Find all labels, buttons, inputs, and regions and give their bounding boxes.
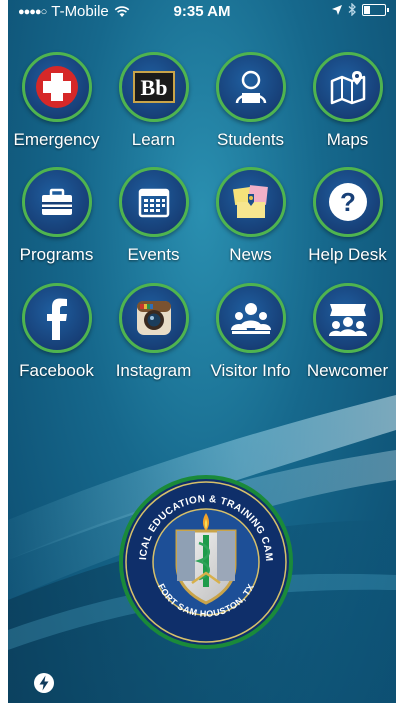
events-icon-circle bbox=[118, 167, 189, 237]
app-row-1: Emergency Bb Learn Students Maps bbox=[8, 52, 396, 150]
app-emergency[interactable]: Emergency bbox=[8, 52, 105, 150]
app-label: Emergency bbox=[13, 130, 100, 149]
app-label: Instagram bbox=[115, 361, 192, 380]
app-label: Newcomer bbox=[306, 361, 389, 380]
location-arrow-icon bbox=[332, 4, 342, 15]
app-news[interactable]: News bbox=[202, 167, 299, 265]
app-label: Events bbox=[127, 245, 180, 264]
app-label: Programs bbox=[19, 245, 94, 264]
programs-icon-circle bbox=[21, 167, 92, 237]
newcomer-icon-circle bbox=[312, 283, 383, 353]
home-screen: ●●●●○ T-Mobile 9:35 AM Emergency Bb Lear… bbox=[8, 0, 396, 703]
app-newcomer[interactable]: Newcomer bbox=[299, 283, 396, 381]
blackboard-bb-icon: Bb bbox=[132, 71, 175, 103]
campus-seal-logo: MEDICAL EDUCATION & TRAINING CAMPUS FORT… bbox=[117, 473, 293, 649]
app-students[interactable]: Students bbox=[202, 52, 299, 150]
app-label: Maps bbox=[326, 130, 369, 149]
svg-text:Bb: Bb bbox=[140, 75, 167, 100]
calendar-icon bbox=[138, 188, 169, 218]
app-label: Learn bbox=[131, 130, 176, 149]
app-facebook[interactable]: Facebook bbox=[8, 283, 105, 381]
red-cross-icon bbox=[35, 66, 78, 108]
app-maps[interactable]: Maps bbox=[299, 52, 396, 150]
battery-icon bbox=[362, 3, 389, 16]
app-learn[interactable]: Bb Learn bbox=[105, 52, 202, 150]
app-events[interactable]: Events bbox=[105, 167, 202, 265]
students-icon-circle bbox=[215, 52, 286, 122]
app-visitor-info[interactable]: Visitor Info bbox=[202, 283, 299, 381]
app-row-2: Programs Events News ? Help Desk bbox=[8, 167, 396, 265]
maps-icon-circle bbox=[312, 52, 383, 122]
help-desk-icon-circle: ? bbox=[312, 167, 383, 237]
app-label: Help Desk bbox=[308, 245, 387, 264]
visitor-icon bbox=[230, 303, 271, 334]
briefcase-icon bbox=[41, 188, 72, 215]
app-label: Students bbox=[216, 130, 285, 149]
question-icon: ? bbox=[328, 183, 367, 221]
status-right bbox=[332, 3, 389, 16]
svg-text:?: ? bbox=[340, 187, 356, 217]
status-bar: ●●●●○ T-Mobile 9:35 AM bbox=[8, 0, 396, 24]
app-label: News bbox=[229, 245, 272, 264]
app-help-desk[interactable]: ? Help Desk bbox=[299, 167, 396, 265]
student-icon bbox=[235, 70, 266, 104]
emergency-icon-circle bbox=[21, 52, 92, 122]
news-board-icon bbox=[232, 185, 268, 218]
facebook-icon bbox=[46, 298, 67, 340]
app-row-3: Facebook Instagram Visitor Info Newcomer bbox=[8, 283, 396, 381]
bluetooth-icon bbox=[348, 3, 356, 16]
news-icon-circle bbox=[215, 167, 286, 237]
instagram-icon bbox=[136, 301, 171, 335]
lightning-bolt-icon[interactable] bbox=[33, 672, 55, 694]
instagram-icon-circle bbox=[118, 283, 189, 353]
visitor-info-icon-circle bbox=[215, 283, 286, 353]
learn-icon-circle: Bb bbox=[118, 52, 189, 122]
app-instagram[interactable]: Instagram bbox=[105, 283, 202, 381]
facebook-icon-circle bbox=[21, 283, 92, 353]
app-label: Visitor Info bbox=[210, 361, 291, 380]
map-icon bbox=[330, 71, 365, 105]
app-label: Facebook bbox=[19, 361, 94, 380]
newcomer-icon bbox=[328, 304, 367, 336]
app-programs[interactable]: Programs bbox=[8, 167, 105, 265]
